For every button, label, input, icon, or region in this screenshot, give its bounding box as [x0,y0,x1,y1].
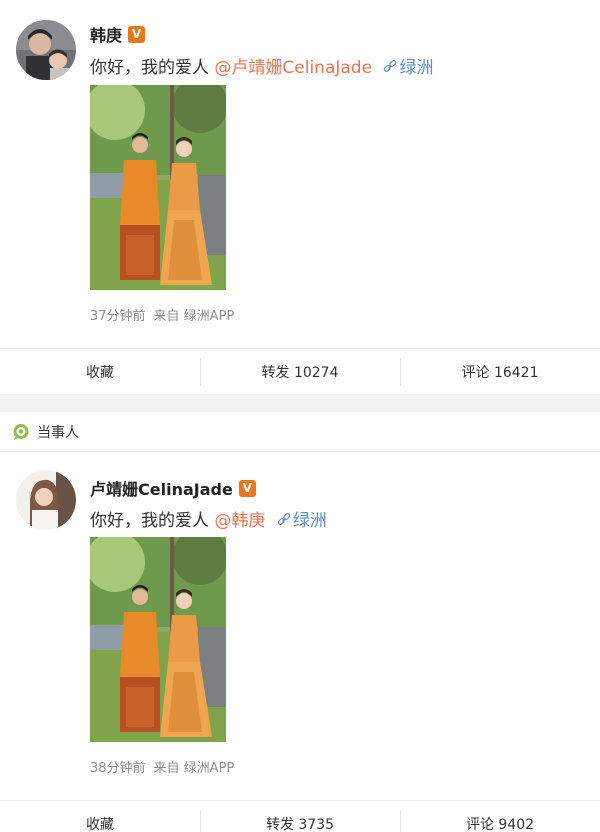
post-meta: 38分钟前 来自 绿洲APP [90,757,234,776]
post-source[interactable]: 来自 绿洲APP [154,761,235,776]
section-divider [0,394,600,412]
avatar-celina[interactable] [16,470,76,530]
location-link[interactable]: 绿洲 [293,511,327,531]
favorite-button[interactable]: 收藏 [0,349,200,394]
location-link[interactable]: 绿洲 [399,58,433,78]
username[interactable]: 韩庚 [90,22,122,46]
link-icon [277,513,291,525]
party-label: 当事人 [37,424,79,441]
post-meta: 37分钟前 来自 绿洲APP [90,305,234,324]
action-bar: 收藏 转发 3735 评论 9402 [0,800,600,832]
repost-button[interactable]: 转发 3735 [200,801,400,832]
mention-link[interactable]: @卢靖姗CelinaJade [214,58,372,78]
post-text: 你好，我的爱人 @卢靖姗CelinaJade 绿洲 [90,53,433,78]
verified-badge-icon: V [238,479,256,497]
post-text: 你好，我的爱人 @韩庚 绿洲 [90,506,327,531]
verified-badge-icon: V [128,25,146,43]
link-icon [384,60,397,72]
post-time: 37分钟前 [90,309,146,324]
comment-button[interactable]: 评论 9402 [400,801,600,832]
username[interactable]: 卢靖姗CelinaJade [90,476,233,500]
favorite-button[interactable]: 收藏 [0,801,200,832]
post-card-2: 卢靖姗CelinaJade V 你好，我的爱人 @韩庚 绿洲 38分钟前 来自 … [0,452,600,832]
repost-button[interactable]: 转发 10274 [200,349,400,394]
post-body: 你好，我的爱人 [90,511,209,531]
comment-button[interactable]: 评论 16421 [400,349,600,394]
post-card-1: 韩庚 V 你好，我的爱人 @卢靖姗CelinaJade 绿洲 37分钟前 来自 … [0,0,600,386]
wedding-photo[interactable] [90,537,226,742]
mention-link[interactable]: @韩庚 [214,511,265,531]
action-bar: 收藏 转发 10274 评论 16421 [0,348,600,394]
avatar-hangeng[interactable] [16,20,76,80]
post-body: 你好，我的爱人 [90,58,209,78]
post-time: 38分钟前 [90,761,146,776]
party-header: 当事人 [0,412,600,452]
post-source[interactable]: 来自 绿洲APP [154,309,235,324]
chat-bubble-icon [13,423,29,440]
wedding-photo[interactable] [90,85,226,290]
